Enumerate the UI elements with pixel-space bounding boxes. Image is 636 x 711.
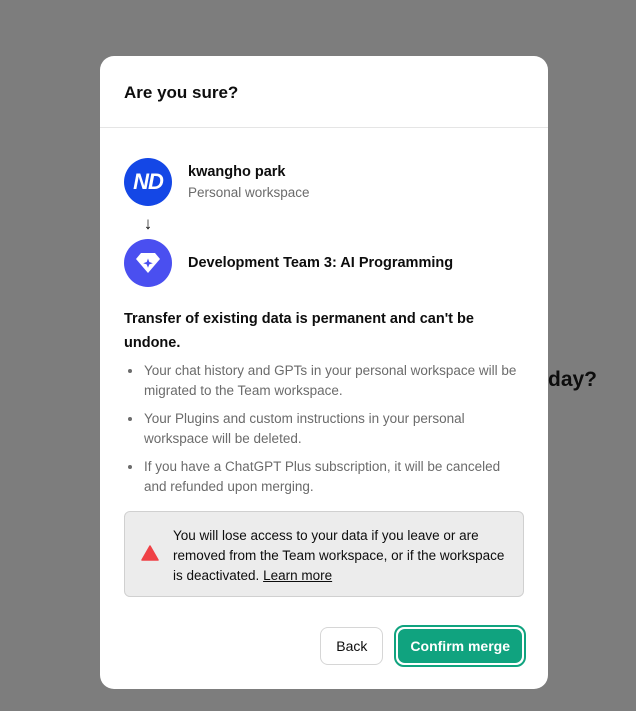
source-workspace-type: Personal workspace (188, 185, 310, 200)
merge-confirm-dialog: Are you sure? ND kwangho park Personal w… (100, 56, 548, 689)
target-workspace: Development Team 3: AI Programming (124, 239, 524, 287)
warning-heading: Transfer of existing data is permanent a… (124, 311, 474, 351)
list-item: Your Plugins and custom instructions in … (128, 409, 524, 449)
dialog-header: Are you sure? (100, 56, 548, 128)
confirm-merge-button[interactable]: Confirm merge (398, 629, 522, 663)
alert-message: You will lose access to your data if you… (173, 528, 505, 583)
back-button[interactable]: Back (320, 627, 384, 665)
arrow-down-icon: ↓ (143, 214, 153, 233)
consequence-list: Your chat history and GPTs in your perso… (124, 361, 524, 497)
source-workspace: ND kwangho park Personal workspace (124, 158, 524, 206)
dialog-footer: Back Confirm merge (320, 625, 526, 667)
source-workspace-name: kwangho park (188, 164, 286, 180)
warning-triangle-icon (141, 545, 159, 561)
avatar: ND (124, 158, 172, 206)
target-workspace-name: Development Team 3: AI Programming (188, 255, 454, 271)
dialog-title: Are you sure? (124, 83, 239, 102)
data-loss-alert: You will lose access to your data if you… (124, 511, 524, 597)
dialog-body: ND kwangho park Personal workspace ↓ Dev… (100, 128, 548, 597)
list-item: Your chat history and GPTs in your perso… (128, 361, 524, 401)
confirm-focus-ring: Confirm merge (394, 625, 526, 667)
diamond-sparkle-icon (124, 239, 172, 287)
background-heading-fragment: day? (548, 368, 598, 391)
avatar-initials: ND (133, 169, 164, 194)
list-item: If you have a ChatGPT Plus subscription,… (128, 457, 524, 497)
learn-more-link[interactable]: Learn more (263, 568, 332, 583)
